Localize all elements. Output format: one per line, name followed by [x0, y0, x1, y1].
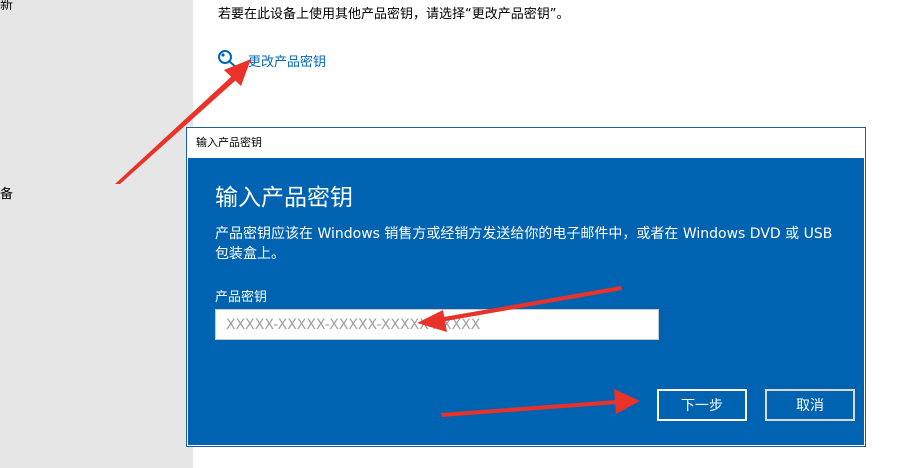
next-button[interactable]: 下一步	[657, 389, 747, 421]
cancel-button[interactable]: 取消	[765, 389, 855, 421]
product-key-field-label: 产品密钥	[215, 290, 268, 305]
change-key-instructions: 若要在此设备上使用其他产品密钥，请选择“更改产品密钥”。	[218, 7, 570, 22]
sidebar-item-fragment[interactable]: 新	[0, 0, 13, 13]
product-key-input[interactable]	[215, 309, 659, 340]
sidebar-item-fragment[interactable]: 备	[0, 183, 13, 202]
change-product-key-link[interactable]: 更改产品密钥	[216, 48, 326, 72]
dialog-body: 输入产品密钥 产品密钥应该在 Windows 销售方或经销方发送给你的电子邮件中…	[188, 158, 864, 445]
product-key-dialog: 输入产品密钥 输入产品密钥 产品密钥应该在 Windows 销售方或经销方发送给…	[186, 127, 866, 447]
dialog-description: 产品密钥应该在 Windows 销售方或经销方发送给你的电子邮件中，或者在 Wi…	[215, 226, 833, 262]
dialog-heading: 输入产品密钥	[215, 185, 353, 211]
change-product-key-label[interactable]: 更改产品密钥	[248, 51, 326, 70]
key-icon	[218, 50, 239, 70]
settings-sidebar: 新 备	[0, 0, 193, 468]
dialog-title: 输入产品密钥	[187, 128, 865, 158]
